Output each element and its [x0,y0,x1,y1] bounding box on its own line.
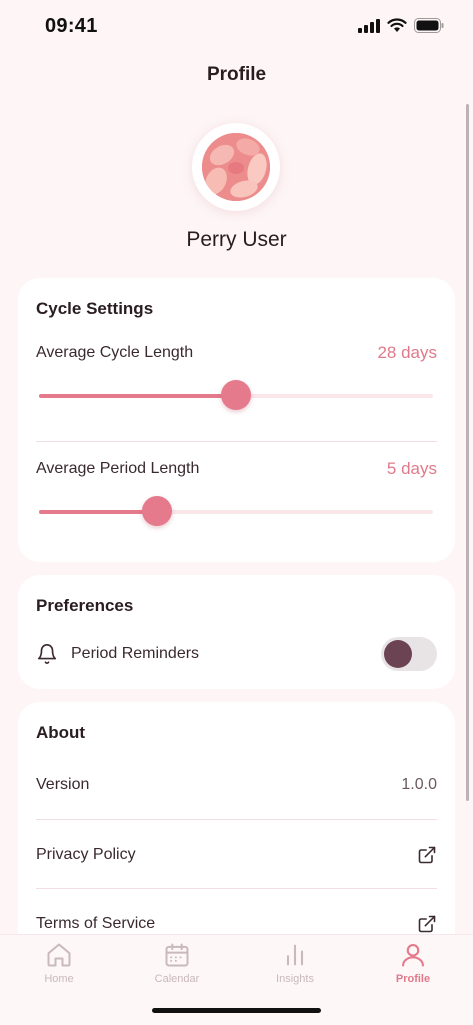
tab-profile[interactable]: Profile [368,941,458,985]
calendar-icon [165,943,189,967]
person-icon [402,944,424,967]
period-length-label: Average Period Length [36,460,200,477]
period-reminders-toggle[interactable] [381,637,437,671]
about-title: About [36,723,86,742]
period-length-slider-fill [39,510,158,514]
status-time: 09:41 [45,15,98,37]
divider [36,441,437,442]
tab-insights[interactable]: Insights [250,941,340,985]
period-length-slider[interactable] [39,496,433,526]
cycle-length-label: Average Cycle Length [36,344,194,361]
cycle-settings-card: Cycle Settings Average Cycle Length 28 d… [18,278,455,562]
home-icon [47,943,71,967]
cycle-length-slider-fill [39,394,236,398]
bar-chart-icon [286,944,304,966]
period-reminders-label: Period Reminders [71,645,200,662]
toggle-knob [384,640,412,668]
privacy-policy-row[interactable]: Privacy Policy [18,820,455,888]
tab-home[interactable]: Home [14,941,104,985]
home-indicator [152,1008,321,1013]
tab-calendar[interactable]: Calendar [132,941,222,985]
cycle-length-slider-thumb[interactable] [221,380,251,410]
tab-profile-label: Profile [395,973,431,985]
terms-of-service-label: Terms of Service [36,915,156,932]
tab-home-label: Home [44,973,74,985]
external-link-icon [418,846,436,864]
scrollbar[interactable] [466,104,469,801]
status-bar: 09:41 [0,0,473,54]
about-card: About Version 1.0.0 Privacy Policy Terms… [18,702,455,962]
tab-insights-label: Insights [276,973,314,985]
tab-calendar-label: Calendar [154,973,200,985]
user-name: Perry User [186,228,287,251]
avatar-image [202,133,270,201]
period-length-value: 5 days [386,459,437,478]
cycle-length-value: 28 days [377,343,437,362]
wifi-icon [387,18,407,32]
preferences-title: Preferences [36,596,134,615]
avatar[interactable] [192,123,280,211]
period-length-slider-thumb[interactable] [142,496,173,526]
cycle-settings-title: Cycle Settings [36,299,154,318]
page-title: Profile [206,64,267,85]
external-link-icon [418,915,436,933]
privacy-policy-label: Privacy Policy [36,846,136,863]
cellular-signal-icon [358,18,380,33]
battery-icon [414,18,444,33]
preferences-card: Preferences Period Reminders [18,575,455,689]
version-label: Version [36,776,90,793]
status-icons [358,18,444,33]
version-value: 1.0.0 [401,776,437,793]
cycle-length-slider[interactable] [39,380,433,410]
bell-icon [37,644,57,664]
